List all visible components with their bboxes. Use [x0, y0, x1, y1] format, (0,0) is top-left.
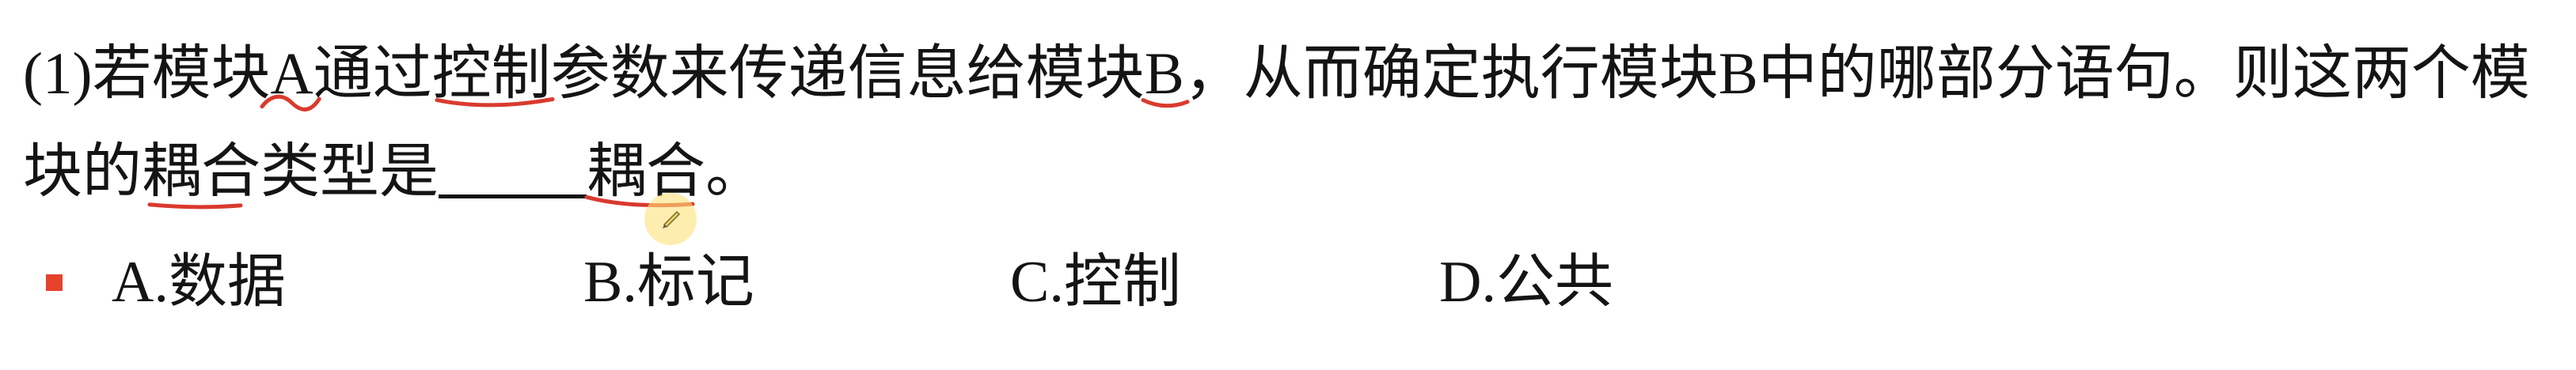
- option-d: D.公共: [1439, 250, 1613, 315]
- option-c: C.控制: [1010, 250, 1181, 315]
- square-bullet-icon: [46, 274, 63, 291]
- option-b: B.标记: [583, 250, 754, 315]
- slide: (1)若模块A 通过控制 参数来传递信息给模块B ，从而确定执行模块B中的哪部分语句。…: [0, 0, 2576, 370]
- answer-options: A.数据 B.标记 C.控制 D.公共: [0, 0, 2576, 370]
- option-a: A.数据: [112, 250, 286, 315]
